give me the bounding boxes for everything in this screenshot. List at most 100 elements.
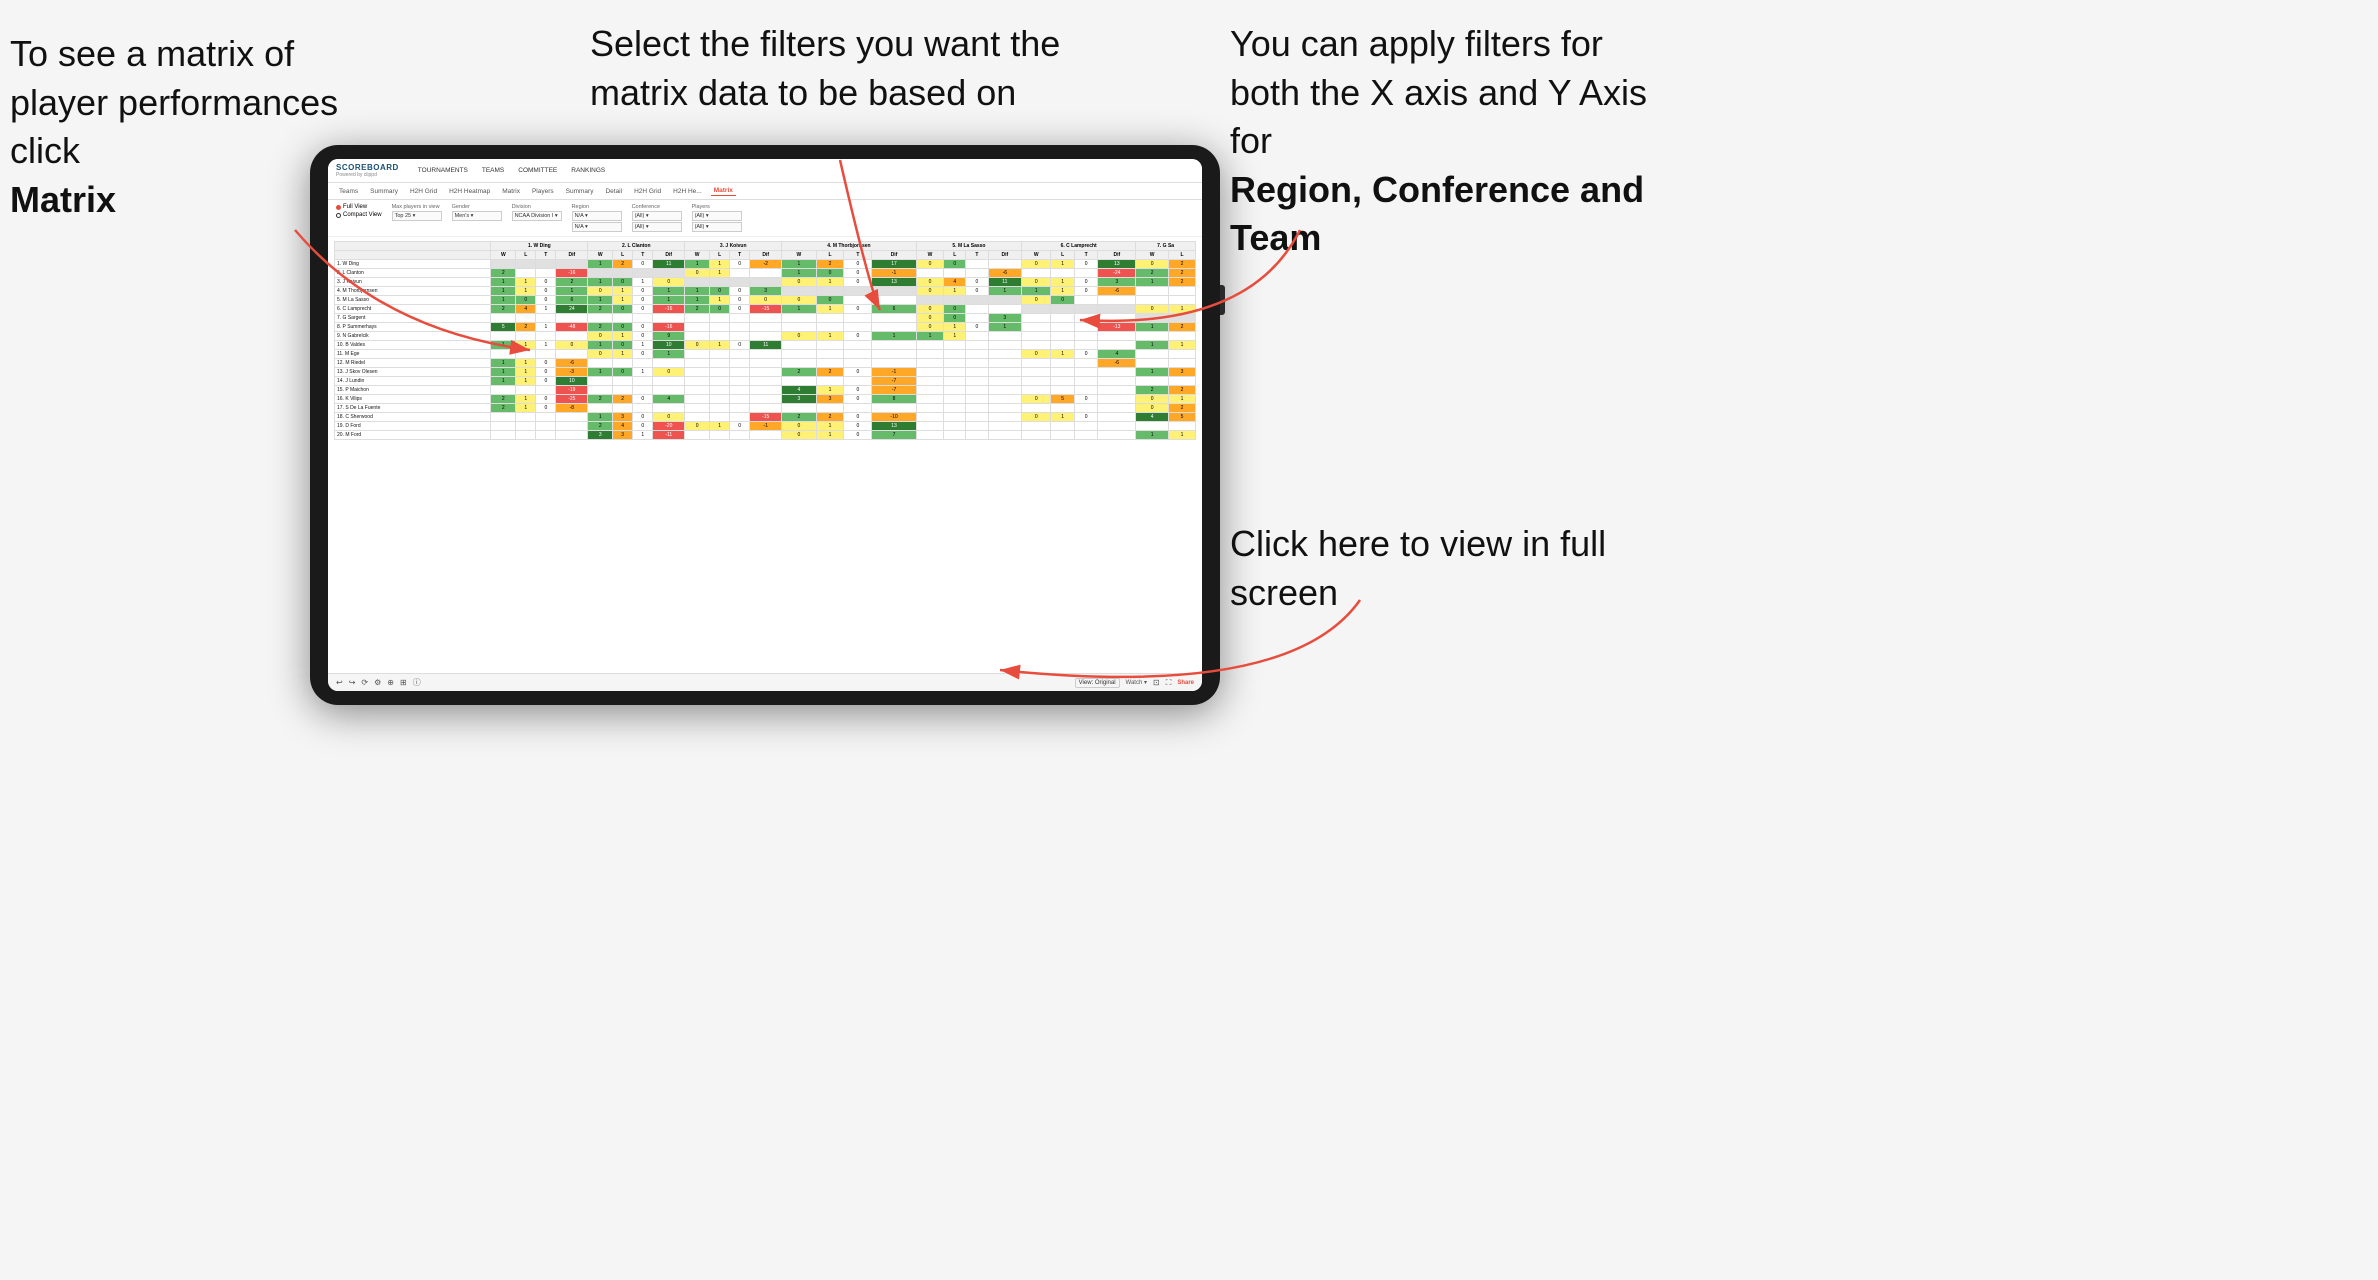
compact-view-label: Compact View [343,212,382,218]
player-name-cell: 2. L Clanton [335,269,491,278]
matrix-cell [730,332,750,341]
division-select[interactable]: NCAA Division I ▾ [512,211,562,221]
matrix-cell: 0 [782,296,816,305]
h-l3: L [710,251,730,260]
subnav-players[interactable]: Players [529,187,557,196]
matrix-cell [1074,323,1098,332]
compact-view-option[interactable]: Compact View [336,212,382,218]
matrix-cell [710,377,730,386]
view-label[interactable]: View: Original [1075,678,1120,688]
matrix-cell [1098,377,1136,386]
player-name-cell: 17. S De La Fuente [335,404,491,413]
matrix-cell [653,359,685,368]
conference-select2[interactable]: (All) ▾ [632,222,682,232]
matrix-cell [1074,332,1098,341]
matrix-cell [536,269,556,278]
matrix-cell [491,422,516,431]
matrix-cell: 0 [730,260,750,269]
players-select2[interactable]: (All) ▾ [692,222,742,232]
conference-select1[interactable]: (All) ▾ [632,211,682,221]
matrix-cell [730,404,750,413]
subnav-matrix-active[interactable]: Matrix [711,186,736,196]
subnav-h2h-grid2[interactable]: H2H Grid [631,187,664,196]
matrix-cell [944,350,966,359]
subnav-h2h-heatmap[interactable]: H2H Heatmap [446,187,493,196]
matrix-cell: 10 [556,377,588,386]
settings-button[interactable]: ⚙ [374,678,381,687]
matrix-cell: 4 [516,305,536,314]
undo-button[interactable]: ↩ [336,678,343,687]
matrix-cell [1022,404,1051,413]
matrix-cell: 5 [1169,413,1196,422]
region-select2[interactable]: N/A ▾ [572,222,622,232]
nav-rankings[interactable]: RANKINGS [568,165,608,176]
subnav-detail[interactable]: Detail [602,187,625,196]
matrix-cell [750,350,782,359]
matrix-cell [685,278,710,287]
gender-select[interactable]: Men's ▾ [452,211,502,221]
matrix-cell [944,341,966,350]
matrix-cell [536,332,556,341]
matrix-cell [685,359,710,368]
matrix-cell [1074,305,1098,314]
matrix-cell: -6 [1098,287,1136,296]
matrix-cell [966,431,988,440]
subnav-summary2[interactable]: Summary [563,187,597,196]
matrix-cell [1098,332,1136,341]
matrix-cell [730,377,750,386]
matrix-cell [872,350,916,359]
matrix-cell [653,269,685,278]
subnav-teams[interactable]: Teams [336,187,361,196]
h-d3: Dif [750,251,782,260]
fullscreen-button[interactable]: ⛶ [1166,678,1172,688]
matrix-cell [653,314,685,323]
matrix-cell [816,350,844,359]
matrix-cell: 0 [844,332,872,341]
matrix-cell: 2 [1169,323,1196,332]
info-button[interactable]: ⓘ [413,677,421,688]
matrix-cell [844,314,872,323]
matrix-cell [710,278,730,287]
matrix-cell: 11 [988,278,1022,287]
full-view-option[interactable]: Full View [336,204,382,210]
layout-button[interactable]: ⊞ [400,678,407,687]
matrix-cell [944,395,966,404]
compact-view-radio[interactable] [336,213,341,218]
redo-button[interactable]: ↪ [349,678,356,687]
matrix-cell [916,368,943,377]
tablet-screen: SCOREBOARD Powered by clippd TOURNAMENTS… [328,159,1202,691]
matrix-cell: 2 [1169,386,1196,395]
zoom-button[interactable]: ⊕ [387,678,394,687]
watch-button[interactable]: Watch ▾ [1126,679,1147,686]
matrix-cell: 2 [1169,260,1196,269]
nav-tournaments[interactable]: TOURNAMENTS [415,165,471,176]
region-select1[interactable]: N/A ▾ [572,211,622,221]
subnav-matrix[interactable]: Matrix [499,187,523,196]
matrix-cell: 1 [710,341,730,350]
matrix-cell: 0 [633,332,653,341]
subnav-summary[interactable]: Summary [367,187,401,196]
matrix-cell [1074,377,1098,386]
matrix-cell [653,377,685,386]
full-view-radio[interactable] [336,205,341,210]
matrix-cell [556,350,588,359]
nav-committee[interactable]: COMMITTEE [515,165,560,176]
matrix-cell [816,323,844,332]
matrix-cell [491,386,516,395]
matrix-cell [1051,422,1075,431]
max-players-select[interactable]: Top 25 ▾ [392,211,442,221]
share-button[interactable]: Share [1177,680,1194,686]
refresh-button[interactable]: ⟳ [361,678,368,687]
players-select1[interactable]: (All) ▾ [692,211,742,221]
matrix-cell: 0 [1074,413,1098,422]
matrix-cell: -6 [1098,359,1136,368]
matrix-cell [536,431,556,440]
cast-button[interactable]: ⊡ [1153,678,1160,687]
matrix-cell [1022,341,1051,350]
subnav-h2hhe[interactable]: H2H He... [670,187,705,196]
annotation-matrix-text: To see a matrix of player performances c… [10,33,338,171]
nav-teams[interactable]: TEAMS [479,165,507,176]
matrix-cell [966,377,988,386]
matrix-cell: 1 [613,350,633,359]
subnav-h2h-grid[interactable]: H2H Grid [407,187,440,196]
